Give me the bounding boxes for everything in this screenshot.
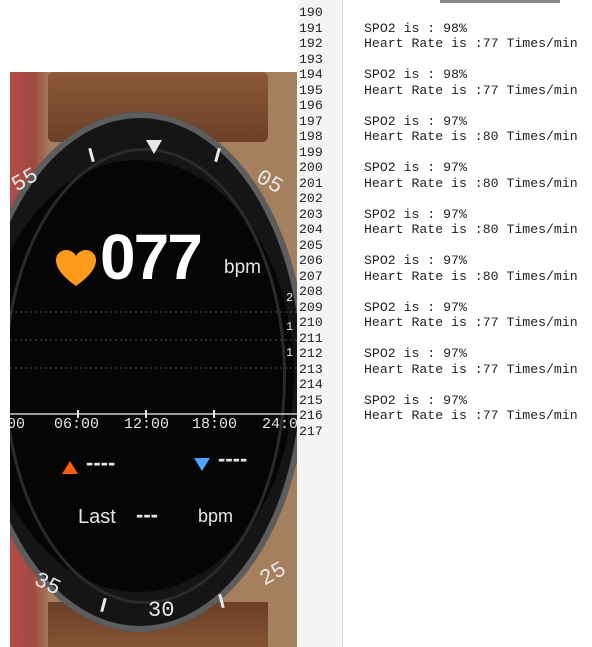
- line-number: 193: [299, 51, 323, 67]
- bezel-triangle-marker: [146, 140, 162, 154]
- time-axis-label: :00: [10, 416, 26, 433]
- log-line: SPO2 is : 97%: [364, 253, 467, 268]
- log-line: Heart Rate is :77 Times/min: [364, 36, 578, 51]
- line-number: 194: [299, 67, 323, 82]
- graph-scale-label: 2: [286, 291, 294, 305]
- last-label: Last: [78, 506, 116, 528]
- log-line: SPO2 is : 97%: [364, 113, 467, 129]
- bezel-number-30: 30: [148, 598, 175, 623]
- line-number: 210: [299, 315, 323, 330]
- log-line: SPO2 is : 97%: [364, 160, 467, 175]
- log-line: Heart Rate is :77 Times/min: [364, 408, 578, 423]
- heart-rate-graph: [10, 311, 297, 418]
- min-arrow-icon: [194, 458, 210, 471]
- log-line: Heart Rate is :77 Times/min: [364, 315, 578, 330]
- line-number: 198: [299, 129, 323, 144]
- max-arrow-icon: [62, 461, 78, 474]
- log-line: Heart Rate is :80 Times/min: [364, 129, 578, 144]
- last-unit: bpm: [198, 506, 234, 526]
- last-value: ---: [136, 502, 158, 527]
- line-number: 206: [299, 253, 323, 268]
- time-axis-label: 12:00: [124, 416, 170, 433]
- heart-icon: [56, 250, 96, 286]
- log-line: Heart Rate is :77 Times/min: [364, 82, 578, 98]
- line-number: 204: [299, 222, 323, 237]
- heart-rate-unit: bpm: [224, 257, 261, 278]
- line-number: 205: [299, 237, 323, 253]
- log-line: SPO2 is : 97%: [364, 206, 467, 222]
- max-value: ----: [86, 450, 116, 475]
- bezel-number-25: 25: [255, 557, 291, 592]
- log-line: Heart Rate is :77 Times/min: [364, 361, 578, 377]
- log-line: SPO2 is : 98%: [364, 20, 467, 36]
- log-line: SPO2 is : 97%: [364, 392, 467, 408]
- log-line: Heart Rate is :80 Times/min: [364, 222, 578, 237]
- line-number: 212: [299, 346, 323, 361]
- line-number: 192: [299, 36, 323, 51]
- line-number: 191: [299, 20, 323, 36]
- line-number: 190: [299, 5, 323, 20]
- line-number: 196: [299, 98, 323, 113]
- line-number: 214: [299, 377, 323, 392]
- line-number: 217: [299, 423, 323, 439]
- line-number: 211: [299, 330, 323, 346]
- log-line: SPO2 is : 97%: [364, 299, 467, 315]
- line-number: 215: [299, 392, 323, 408]
- min-value: ----: [218, 446, 248, 471]
- line-number: 200: [299, 160, 323, 175]
- line-number: 199: [299, 144, 323, 160]
- time-axis-label: 06:00: [54, 416, 100, 433]
- graph-scale-label: 1: [286, 320, 294, 334]
- log-line: SPO2 is : 97%: [364, 346, 467, 361]
- line-number: 201: [299, 175, 323, 191]
- graph-scale-label: 1: [286, 346, 294, 360]
- log-line: SPO2 is : 98%: [364, 67, 467, 82]
- line-number: 207: [299, 268, 323, 284]
- line-number: 203: [299, 206, 323, 222]
- heart-rate-value: 077: [100, 221, 203, 293]
- time-axis-label: 24:0: [262, 416, 297, 433]
- line-number: 202: [299, 191, 323, 206]
- serial-log-panel: 190 191 SPO2 is : 98% 192 Heart Rate is :77 …: [297, 0, 592, 647]
- scroll-indicator[interactable]: [440, 0, 560, 3]
- line-number: 197: [299, 113, 323, 129]
- time-axis-label: 18:00: [192, 416, 238, 433]
- line-number: 213: [299, 361, 323, 377]
- log-line: Heart Rate is :80 Times/min: [364, 175, 578, 191]
- watch-photo: 55 05 35 30 25 077 bpm 2 1 1 :00 06:00 1…: [10, 72, 297, 647]
- line-number: 208: [299, 284, 323, 299]
- line-number: 195: [299, 82, 323, 98]
- line-number: 216: [299, 408, 323, 423]
- log-line: Heart Rate is :80 Times/min: [364, 268, 578, 284]
- line-number: 209: [299, 299, 323, 315]
